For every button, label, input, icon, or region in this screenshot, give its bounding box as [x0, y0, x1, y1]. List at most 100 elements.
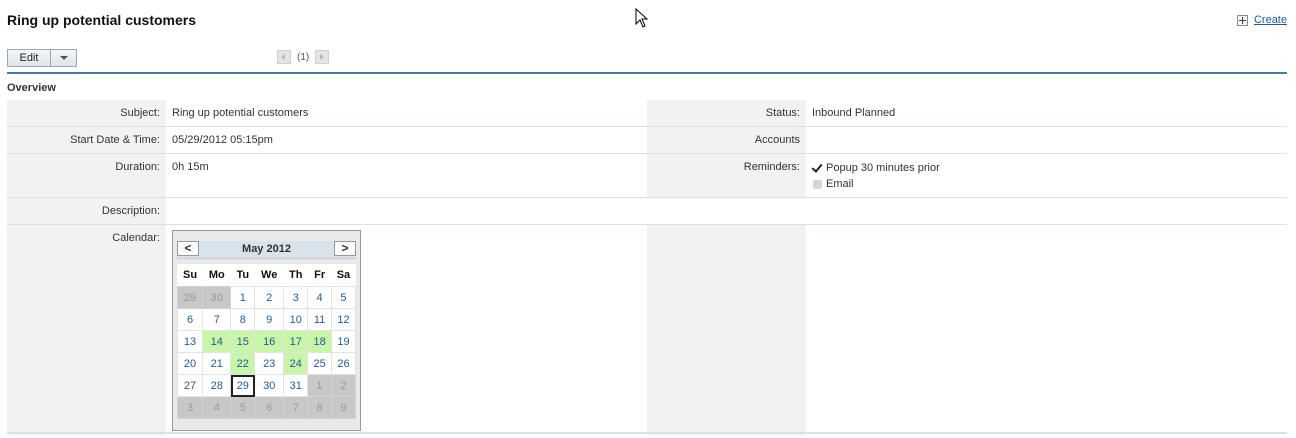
record-pager: (1): [277, 50, 330, 64]
calendar-day[interactable]: 30: [254, 374, 285, 397]
calendar-month-label: May 2012: [242, 243, 291, 255]
bottom-divider: [7, 432, 1287, 434]
reminder-email-label: Email: [826, 178, 854, 190]
accounts-value: [806, 127, 1287, 153]
edit-button[interactable]: Edit: [8, 50, 51, 66]
detail-row: Start Date & Time: 05/29/2012 05:15pm Ac…: [7, 127, 1287, 154]
start-date-label: Start Date & Time:: [7, 127, 166, 153]
calendar-day-other-month[interactable]: 4: [202, 396, 232, 419]
plus-icon: [1236, 14, 1248, 26]
unchecked-box-icon: [813, 179, 822, 189]
calendar-week-row: 3456789: [176, 396, 357, 419]
calendar-day[interactable]: 14: [202, 330, 232, 353]
calendar-day[interactable]: 25: [307, 352, 332, 375]
calendar-day-other-month[interactable]: 6: [254, 396, 285, 419]
next-month-button[interactable]: >: [334, 241, 356, 256]
calendar-day[interactable]: 26: [330, 352, 357, 375]
calendar-week-row: 20 21 22 23 24 25 26: [176, 352, 357, 375]
calendar-day-other-month[interactable]: 8: [307, 396, 332, 419]
detail-table: Subject: Ring up potential customers Sta…: [7, 100, 1287, 435]
calendar-day[interactable]: 21: [202, 352, 232, 375]
calendar-day-other-month[interactable]: 5: [230, 396, 256, 419]
accounts-label: Accounts: [647, 127, 806, 153]
calendar-day[interactable]: 9: [254, 308, 285, 331]
weekday-header: Th: [283, 264, 308, 287]
calendar-day[interactable]: 15: [230, 330, 256, 353]
calendar-day[interactable]: 11: [307, 308, 332, 331]
calendar-day-other-month[interactable]: 1: [307, 374, 332, 397]
weekday-header: Tu: [230, 264, 255, 287]
calendar-header: < May 2012 >: [177, 241, 356, 259]
description-value: [166, 198, 1287, 224]
calendar-day[interactable]: 1: [230, 286, 256, 309]
reminder-email: Email: [812, 176, 1287, 192]
duration-value: 0h 15m: [172, 161, 209, 173]
calendar-grid: Su Mo Tu We Th Fr Sa 29 30 1 2 3 4 5 6 7 8 9 10 11 12 13 14 15…: [176, 264, 357, 419]
calendar-day[interactable]: 7: [202, 308, 232, 331]
calendar-day[interactable]: 13: [176, 330, 204, 353]
calendar-day[interactable]: 24: [283, 352, 309, 375]
calendar-body: 29 30 1 2 3 4 5 6 7 8 9 10 11 12 13 14 15 16 17 18 19 20 21 22 2…: [176, 286, 357, 419]
detail-row: Subject: Ring up potential customers Sta…: [7, 100, 1287, 127]
calendar-day[interactable]: 8: [230, 308, 256, 331]
detail-row: Calendar: < May 2012 > Su Mo Tu We Th Fr Sa 29…: [7, 225, 1287, 435]
calendar-day-selected[interactable]: 29: [230, 374, 256, 397]
calendar-day[interactable]: 10: [283, 308, 309, 331]
edit-button-group: Edit: [7, 49, 77, 67]
previous-month-button[interactable]: <: [177, 241, 199, 256]
header-divider: [7, 72, 1287, 74]
calendar-day-other-month[interactable]: 9: [330, 396, 357, 419]
calendar-day[interactable]: 6: [176, 308, 204, 331]
section-title: Overview: [7, 82, 56, 94]
calendar-week-row: 29 30 1 2 3 4 5: [176, 286, 357, 309]
detail-row: Description:: [7, 198, 1287, 225]
toolbar: Edit (1): [7, 49, 1287, 73]
calendar-day[interactable]: 23: [254, 352, 285, 375]
reminder-popup-label: Popup 30 minutes prior: [826, 162, 940, 174]
calendar-day-other-month[interactable]: 2: [330, 374, 357, 397]
weekday-header: Mo: [202, 264, 231, 287]
calendar-week-row: 13 14 15 16 17 18 19: [176, 330, 357, 353]
calendar-day[interactable]: 3: [283, 286, 309, 309]
calendar-day[interactable]: 4: [307, 286, 332, 309]
checkmark-icon: [812, 163, 822, 173]
calendar-day[interactable]: 18: [307, 330, 332, 353]
calendar-day[interactable]: 5: [330, 286, 357, 309]
subject-label: Subject:: [7, 100, 166, 126]
mini-calendar: < May 2012 > Su Mo Tu We Th Fr Sa 29 30 1 2 3 4 5 6 7 8…: [172, 230, 361, 431]
calendar-day[interactable]: 12: [330, 308, 357, 331]
calendar-day[interactable]: 17: [283, 330, 309, 353]
calendar-day-other-month[interactable]: 3: [176, 396, 204, 419]
status-label: Status:: [647, 100, 806, 126]
calendar-day-other-month[interactable]: 30: [202, 286, 232, 309]
calendar-day-other-month[interactable]: 7: [283, 396, 309, 419]
calendar-day[interactable]: 27: [176, 374, 204, 397]
calendar-day[interactable]: 19: [330, 330, 357, 353]
calendar-day[interactable]: 28: [202, 374, 232, 397]
calendar-day[interactable]: 31: [283, 374, 309, 397]
calendar-day[interactable]: 2: [254, 286, 285, 309]
calendar-value: < May 2012 > Su Mo Tu We Th Fr Sa 29 30 1 2 3 4 5 6 7 8…: [166, 225, 647, 435]
calendar-week-row: 6 7 8 9 10 11 12: [176, 308, 357, 331]
calendar-day[interactable]: 20: [176, 352, 204, 375]
start-date-value: 05/29/2012 05:15pm: [172, 134, 273, 146]
description-label: Description:: [7, 198, 166, 224]
empty-label-cell: [647, 225, 806, 435]
calendar-label: Calendar:: [7, 225, 166, 435]
calendar-day[interactable]: 22: [230, 352, 256, 375]
calendar-day[interactable]: 16: [254, 330, 285, 353]
previous-record-icon[interactable]: [277, 50, 291, 64]
create-link[interactable]: Create: [1236, 14, 1287, 26]
weekday-header-row: Su Mo Tu We Th Fr Sa: [177, 264, 356, 287]
reminders-label: Reminders:: [647, 154, 806, 197]
weekday-header: Fr: [307, 264, 332, 287]
reminder-popup: Popup 30 minutes prior: [812, 160, 1287, 176]
next-record-icon[interactable]: [315, 50, 330, 64]
weekday-header: We: [254, 264, 284, 287]
calendar-day-other-month[interactable]: 29: [176, 286, 204, 309]
weekday-header: Sa: [331, 264, 356, 287]
weekday-header: Su: [177, 264, 203, 287]
detail-row: Duration: 0h 15m Reminders: Popup 30 min…: [7, 154, 1287, 198]
edit-dropdown-arrow-icon[interactable]: [51, 50, 76, 66]
create-link-label[interactable]: Create: [1254, 14, 1287, 26]
